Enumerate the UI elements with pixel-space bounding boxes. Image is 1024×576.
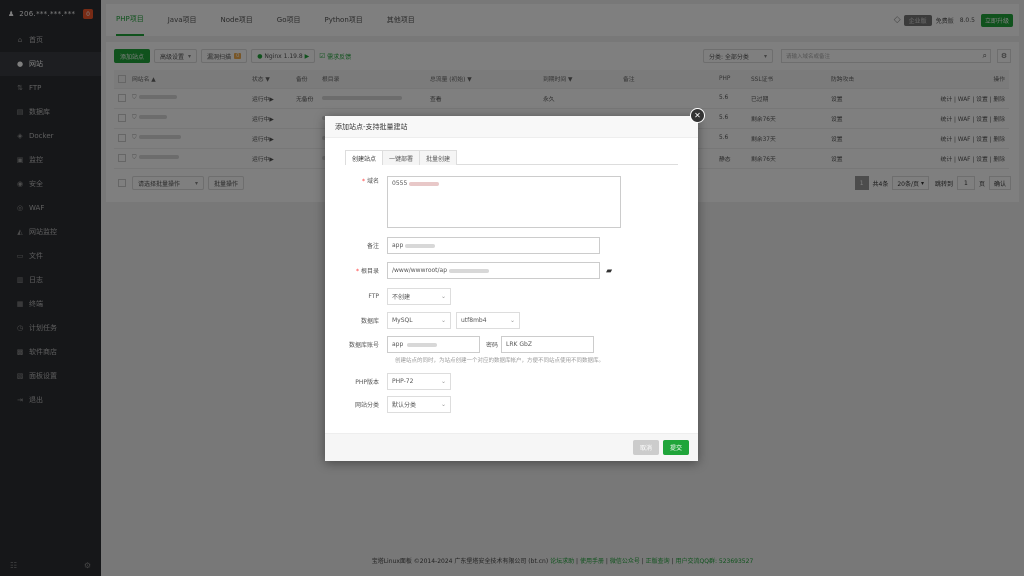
database-type-value: MySQL — [392, 317, 413, 324]
required-mark: * — [355, 268, 359, 275]
ftp-label: FTP — [368, 293, 379, 300]
note-input[interactable]: app — [387, 237, 600, 254]
php-version-select[interactable]: PHP-72 ⌄ — [387, 373, 451, 390]
root-dir-value: /www/wwwroot/ap — [392, 267, 448, 274]
redacted-text — [405, 243, 436, 248]
db-account-input[interactable]: app — [387, 336, 480, 353]
chevron-down-icon: ⌄ — [440, 401, 446, 408]
tab-create-site[interactable]: 创建站点 — [345, 150, 384, 165]
close-icon[interactable]: ✕ — [690, 108, 705, 123]
db-password-input[interactable]: LRK GbZ — [501, 336, 595, 353]
ftp-select[interactable]: 不创建 ⌄ — [387, 288, 451, 305]
charset-value: utf8mb4 — [461, 317, 487, 324]
charset-select[interactable]: utf8mb4 ⌄ — [456, 312, 520, 329]
tab-one-click-deploy[interactable]: 一键部署 — [382, 150, 421, 165]
db-password-value: LRK GbZ — [506, 341, 532, 348]
tab-batch-create[interactable]: 批量创建 — [419, 150, 458, 165]
root-dir-label: 根目录 — [360, 268, 379, 275]
redacted-text — [407, 342, 438, 347]
cancel-button[interactable]: 取消 — [632, 440, 659, 455]
domain-textarea[interactable]: 0555 — [387, 176, 621, 228]
chevron-down-icon: ⌄ — [440, 378, 446, 385]
database-label: 数据库 — [360, 318, 379, 325]
chevron-down-icon: ⌄ — [509, 317, 515, 324]
redacted-text — [409, 182, 440, 186]
db-hint-text: 创建站点的同时，为站点创建一个对应的数据库帐户，方便不同站点使用不同数据库。 — [395, 358, 605, 364]
site-category-label: 网站分类 — [354, 402, 379, 409]
ftp-value: 不创建 — [392, 294, 411, 301]
database-type-select[interactable]: MySQL ⌄ — [387, 312, 451, 329]
note-value: app — [392, 242, 404, 249]
dialog-title: 添加站点-支持批量建站 — [325, 116, 698, 138]
php-version-label: PHP版本 — [355, 379, 379, 386]
dialog-tabs: 创建站点 一键部署 批量创建 — [345, 150, 678, 165]
submit-button[interactable]: 提交 — [662, 440, 689, 455]
db-account-value: app — [392, 341, 404, 348]
redacted-text — [449, 268, 490, 273]
domain-value: 0555 — [392, 180, 408, 187]
note-label: 备注 — [366, 243, 379, 250]
site-category-value: 默认分类 — [392, 402, 417, 409]
chevron-down-icon: ⌄ — [440, 317, 446, 324]
add-site-dialog: 添加站点-支持批量建站 ✕ 创建站点 一键部署 批量创建 * 域名 0555 备注… — [325, 108, 705, 461]
php-version-value: PHP-72 — [392, 378, 414, 385]
dialog-footer: 取消 提交 — [325, 433, 698, 461]
chevron-down-icon: ⌄ — [440, 293, 446, 300]
root-dir-input[interactable]: /www/wwwroot/ap — [387, 262, 600, 279]
db-account-label: 数据库账号 — [348, 342, 379, 349]
required-mark: * — [361, 178, 365, 185]
site-category-select[interactable]: 默认分类 ⌄ — [387, 396, 451, 413]
domain-label: 域名 — [366, 178, 379, 185]
folder-open-icon[interactable]: ▰ — [606, 266, 612, 275]
password-label: 密码 — [486, 342, 499, 349]
